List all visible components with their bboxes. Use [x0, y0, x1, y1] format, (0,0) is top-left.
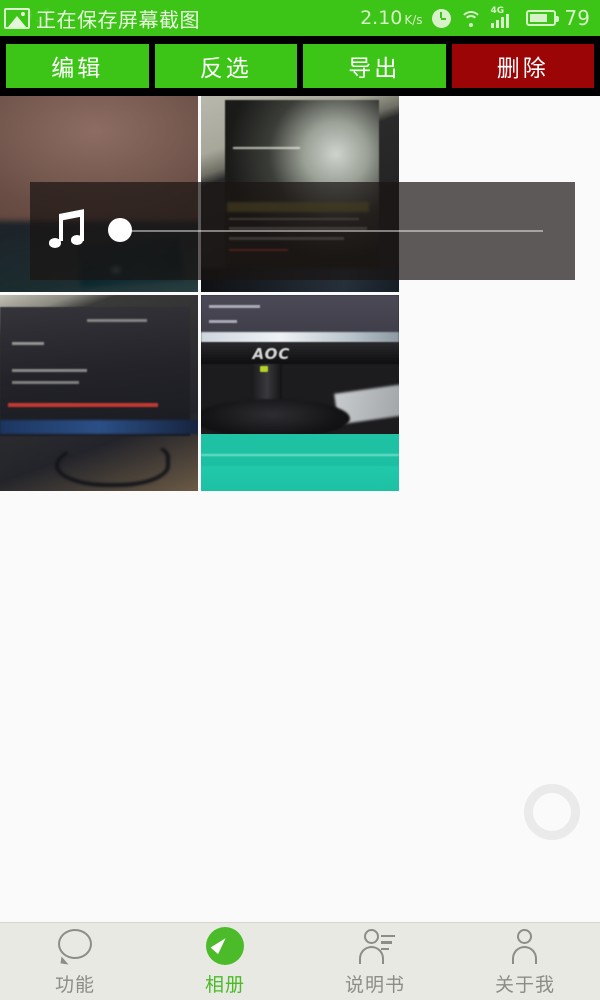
battery-icon [525, 10, 559, 26]
status-bar: 09:1 正在保存屏幕截图 2.10 K/s 4G 79 [0, 0, 600, 36]
record-fab[interactable] [524, 784, 580, 840]
status-bar-right: 2.10 K/s 4G 79 [360, 6, 590, 30]
nav-function[interactable]: 功能 [0, 923, 150, 1000]
nav-manual-label: 说明书 [344, 973, 405, 996]
thumbnail-4[interactable]: AOC [201, 295, 399, 491]
nav-about-label: 关于我 [494, 973, 555, 996]
wifi-icon [459, 10, 482, 27]
network-speed-unit: K/s [404, 13, 423, 27]
alarm-clock-icon [431, 8, 451, 28]
person-icon [505, 927, 545, 965]
photo-icon [4, 7, 30, 29]
seek-handle[interactable] [108, 218, 132, 242]
status-bar-left: 09:1 正在保存屏幕截图 [4, 4, 360, 33]
music-note-icon [49, 209, 85, 249]
edit-button[interactable]: 编辑 [6, 44, 149, 88]
nav-function-label: 功能 [54, 973, 95, 996]
network-speed: 2.10 K/s [360, 7, 422, 29]
media-overlay-panel [30, 182, 575, 280]
nav-album-label: 相册 [204, 973, 245, 996]
delete-button[interactable]: 删除 [451, 44, 594, 88]
aoc-brand-label: AOC [252, 344, 291, 363]
compass-icon [205, 926, 245, 965]
chat-bubble-icon [55, 927, 95, 965]
nav-album[interactable]: 相册 [150, 923, 300, 1000]
export-button[interactable]: 导出 [303, 44, 446, 88]
app-root: 09:1 正在保存屏幕截图 2.10 K/s 4G 79 编辑 反选 导出 删除 [0, 0, 600, 1000]
status-bar-title: 正在保存屏幕截图 [36, 7, 200, 32]
nav-manual[interactable]: 说明书 [300, 923, 450, 1000]
nav-about[interactable]: 关于我 [450, 923, 600, 1000]
thumbnail-grid: AOC [0, 96, 600, 496]
person-lines-icon [355, 927, 395, 965]
thumbnail-3[interactable] [0, 295, 198, 491]
seek-bar[interactable] [108, 213, 575, 249]
invert-selection-button[interactable]: 反选 [154, 44, 297, 88]
signal-bars-icon: 4G [490, 7, 517, 28]
seek-track [119, 230, 543, 232]
network-speed-value: 2.10 [360, 7, 403, 29]
action-toolbar: 编辑 反选 导出 删除 [0, 36, 600, 96]
battery-level: 79 [564, 6, 590, 30]
bottom-navigation: 功能 相册 说明书 关于我 [0, 922, 600, 1000]
